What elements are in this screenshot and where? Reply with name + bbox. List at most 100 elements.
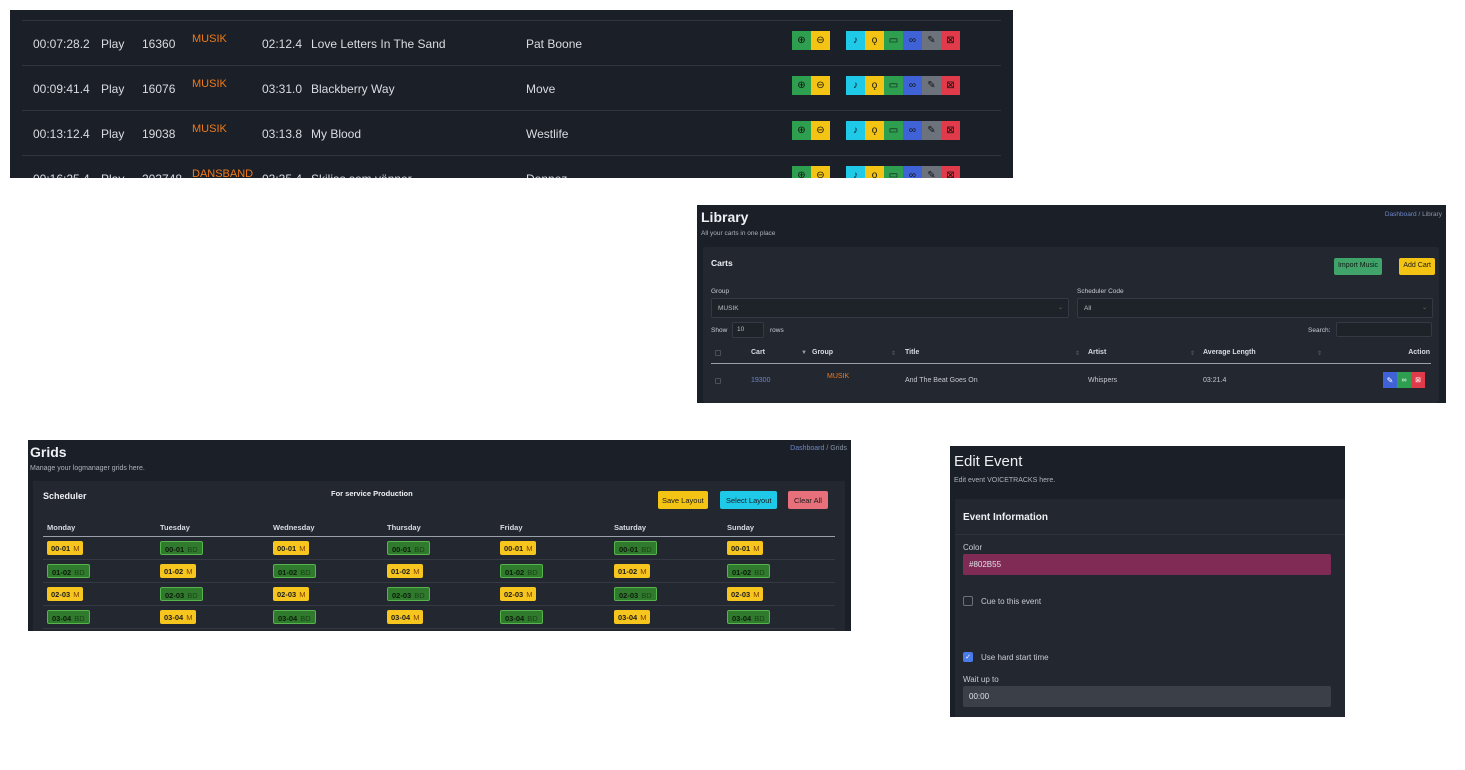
column-header-title[interactable]: Title	[905, 349, 919, 356]
breadcrumb-dashboard-link[interactable]: Dashboard	[1385, 211, 1417, 218]
column-header-cart[interactable]: Cart	[751, 349, 765, 356]
grid-slot-badge[interactable]: 02-03 M	[727, 587, 764, 601]
notes-icon[interactable]: ▭	[884, 31, 903, 50]
grid-slot-badge[interactable]: 03-04 M	[614, 610, 651, 624]
grid-slot-badge[interactable]: 01-02 BD	[500, 564, 543, 578]
link-icon[interactable]: ∞	[903, 166, 922, 178]
close-box-icon[interactable]: ⊠	[941, 166, 960, 178]
grid-slot-badge[interactable]: 01-02 BD	[47, 564, 90, 578]
grid-slot-badge[interactable]: 00-01 M	[273, 541, 310, 555]
grid-slot-badge[interactable]: 00-01 M	[47, 541, 84, 555]
microphone-icon[interactable]: ǫ	[865, 31, 884, 50]
grid-slot-badge[interactable]: 00-01 BD	[160, 541, 203, 555]
import-music-button[interactable]: Import Music	[1333, 258, 1382, 275]
link-icon[interactable]: ∞	[903, 31, 922, 50]
rows-per-page-select[interactable]: 10	[732, 322, 764, 338]
arrow-up-circle-icon[interactable]: ⊕	[792, 121, 811, 140]
arrow-down-circle-icon[interactable]: ⊖	[811, 76, 830, 95]
sort-icon[interactable]: ⇕	[1075, 350, 1080, 357]
grid-slot-badge[interactable]: 01-02 BD	[727, 564, 770, 578]
column-header-artist[interactable]: Artist	[1088, 349, 1106, 356]
sort-icon[interactable]: ⇕	[891, 350, 896, 357]
microphone-icon[interactable]: ǫ	[865, 76, 884, 95]
column-header-average-length[interactable]: Average Length	[1203, 349, 1256, 356]
grid-slot-badge[interactable]: 02-03 BD	[614, 587, 657, 601]
color-field[interactable]: #802B55	[963, 554, 1331, 575]
sort-desc-icon[interactable]: ▼	[801, 350, 807, 356]
grid-slot-badge[interactable]: 03-04 M	[387, 610, 424, 624]
music-note-icon[interactable]: ♪	[846, 76, 865, 95]
music-note-icon[interactable]: ♪	[846, 166, 865, 178]
select-all-checkbox[interactable]	[715, 350, 721, 356]
grid-slot-badge[interactable]: 00-01 M	[500, 541, 537, 555]
delete-icon[interactable]: ⊠	[1411, 372, 1425, 388]
close-box-icon[interactable]: ⊠	[941, 76, 960, 95]
music-note-icon[interactable]: ♪	[846, 121, 865, 140]
column-header-group[interactable]: Group	[812, 349, 833, 356]
grid-slot-badge[interactable]: 02-03 M	[500, 587, 537, 601]
grid-slot-badge[interactable]: 00-01 M	[727, 541, 764, 555]
notes-icon[interactable]: ▭	[884, 121, 903, 140]
link-icon[interactable]: ∞	[903, 76, 922, 95]
grid-slot-badge[interactable]: 00-01 BD	[387, 541, 430, 555]
close-box-icon[interactable]: ⊠	[941, 31, 960, 50]
link-icon[interactable]: ∞	[903, 121, 922, 140]
grid-slot-badge[interactable]: 03-04 BD	[47, 610, 90, 624]
save-layout-button[interactable]: Save Layout	[658, 491, 708, 509]
pencil-icon[interactable]: ✎	[922, 121, 941, 140]
grid-slot-badge[interactable]: 02-03 BD	[160, 587, 203, 601]
grid-slot-badge[interactable]: 03-04 M	[160, 610, 197, 624]
sort-icon[interactable]: ⇕	[1317, 350, 1322, 357]
column-header-action: Action	[1408, 349, 1430, 356]
microphone-icon[interactable]: ǫ	[865, 121, 884, 140]
cart-number-link[interactable]: 19300	[751, 377, 770, 384]
group-label: MUSIK	[192, 78, 227, 90]
scheduler-code-select[interactable]: All ⌄	[1077, 298, 1433, 318]
microphone-icon[interactable]: ǫ	[865, 166, 884, 178]
grid-slot-badge[interactable]: 01-02 M	[387, 564, 424, 578]
grid-slot-badge[interactable]: 03-04 BD	[273, 610, 316, 624]
sort-icon[interactable]: ⇕	[1190, 350, 1195, 357]
chevron-down-icon: ⌄	[1057, 305, 1063, 311]
grid-slot-badge[interactable]: 02-03 BD	[387, 587, 430, 601]
pencil-icon[interactable]: ✎	[922, 166, 941, 178]
row-checkbox[interactable]	[715, 378, 721, 384]
pencil-icon[interactable]: ✎	[922, 31, 941, 50]
grid-slot-badge[interactable]: 00-01 BD	[614, 541, 657, 555]
pencil-icon[interactable]: ✎	[922, 76, 941, 95]
cart-number[interactable]: 203748	[142, 172, 182, 178]
arrow-up-circle-icon[interactable]: ⊕	[792, 76, 811, 95]
notes-icon[interactable]: ▭	[884, 166, 903, 178]
grid-slot-badge[interactable]: 03-04 BD	[500, 610, 543, 624]
add-cart-button[interactable]: Add Cart	[1399, 258, 1435, 275]
arrow-up-circle-icon[interactable]: ⊕	[792, 31, 811, 50]
breadcrumb-separator: /	[1418, 211, 1421, 218]
wait-up-to-input[interactable]: 00:00	[963, 686, 1331, 707]
search-input[interactable]	[1336, 322, 1432, 337]
edit-pencil-icon[interactable]: ✎	[1383, 372, 1397, 388]
cart-number[interactable]: 19038	[142, 127, 175, 141]
grid-slot-badge[interactable]: 01-02 M	[614, 564, 651, 578]
cart-number[interactable]: 16360	[142, 37, 175, 51]
close-box-icon[interactable]: ⊠	[941, 121, 960, 140]
select-layout-button[interactable]: Select Layout	[720, 491, 778, 509]
grid-slot-badge[interactable]: 03-04 BD	[727, 610, 770, 624]
arrow-down-circle-icon[interactable]: ⊖	[811, 166, 830, 178]
arrow-up-circle-icon[interactable]: ⊕	[792, 166, 811, 178]
grid-slot-badge[interactable]: 02-03 M	[47, 587, 84, 601]
grid-slot-badge[interactable]: 02-03 M	[273, 587, 310, 601]
music-note-icon[interactable]: ♪	[846, 31, 865, 50]
link-icon[interactable]: ∞	[1397, 372, 1411, 388]
slot-hours: 00-01	[731, 544, 751, 553]
clear-all-button[interactable]: Clear All	[788, 491, 828, 509]
grid-slot-badge[interactable]: 01-02 BD	[273, 564, 316, 578]
grid-slot-badge[interactable]: 01-02 M	[160, 564, 197, 578]
notes-icon[interactable]: ▭	[884, 76, 903, 95]
group-select[interactable]: MUSIK ⌄	[711, 298, 1069, 318]
hard-start-checkbox[interactable]: ✓	[963, 652, 973, 662]
cart-number[interactable]: 16076	[142, 82, 175, 96]
arrow-down-circle-icon[interactable]: ⊖	[811, 31, 830, 50]
cue-to-event-checkbox[interactable]	[963, 596, 973, 606]
breadcrumb-dashboard-link[interactable]: Dashboard	[790, 445, 824, 452]
arrow-down-circle-icon[interactable]: ⊖	[811, 121, 830, 140]
